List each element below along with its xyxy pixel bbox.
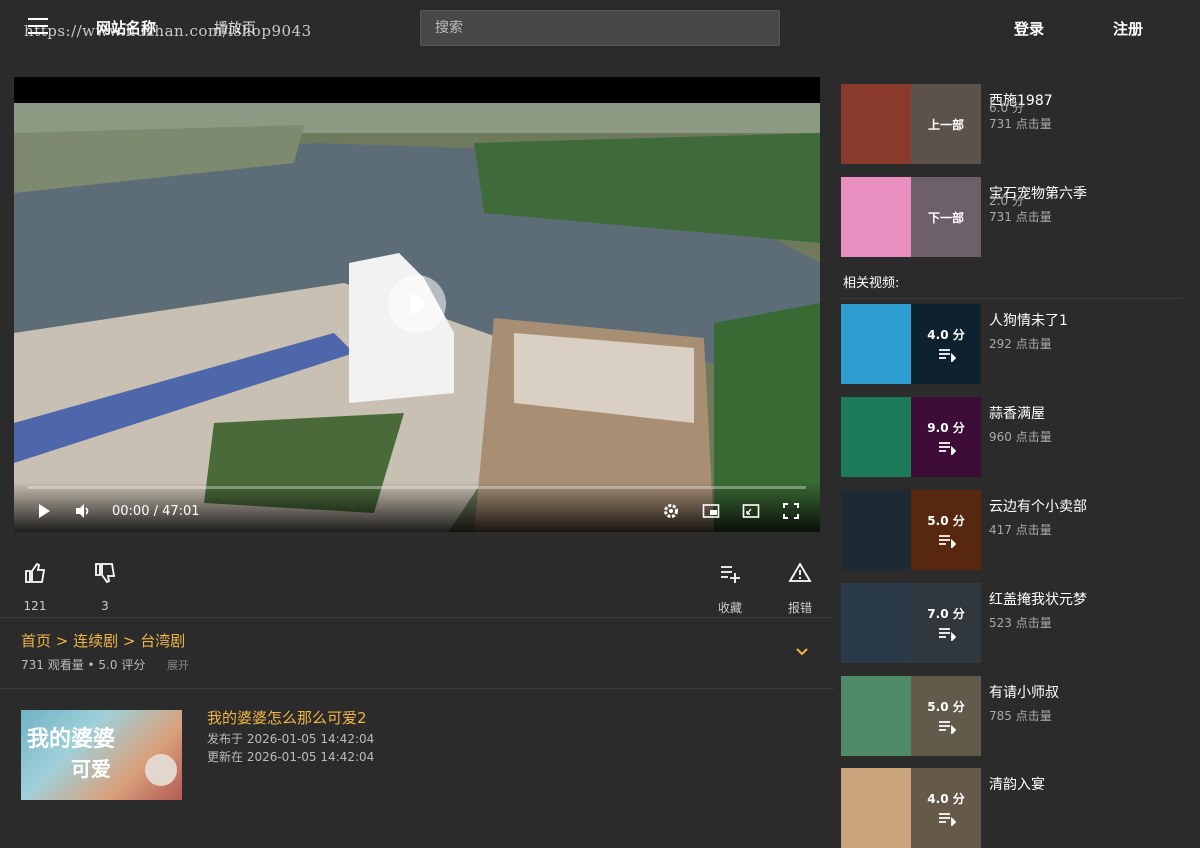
like-button[interactable]: 121: [22, 561, 48, 613]
prev-item[interactable]: 上一部 西施1987 6.0 分 731 点击量: [841, 84, 1181, 164]
episode-updated: 更新在 2026-01-05 14:42:04: [207, 750, 375, 764]
prev-views: 731 点击量: [989, 117, 1052, 131]
episode-published: 发布于 2026-01-05 14:42:04: [207, 732, 375, 746]
play-overlay-button[interactable]: [388, 275, 446, 333]
next-label: 下一部: [927, 211, 964, 225]
like-count: 121: [23, 599, 47, 613]
report-button[interactable]: 报错: [784, 561, 816, 616]
episode-thumbnail[interactable]: 我的婆婆 可爱: [21, 710, 182, 800]
related-heading: 相关视频:: [843, 276, 900, 291]
time-display: 00:00 / 47:01: [112, 504, 200, 519]
related-views: 523 点击量: [989, 616, 1052, 630]
related-thumbnail: 7.0 分: [841, 583, 981, 663]
related-thumbnail: 4.0 分: [841, 768, 981, 848]
related-title[interactable]: 有请小师叔: [989, 682, 1059, 702]
search-input[interactable]: 搜索: [420, 10, 780, 46]
related-views: 960 点击量: [989, 430, 1052, 444]
watermark-text: https://www.huzhan.com/ishop9043: [24, 22, 312, 40]
related-views: 785 点击量: [989, 709, 1052, 723]
related-title[interactable]: 清韵入宴: [989, 774, 1045, 794]
fullscreen-icon[interactable]: [782, 502, 800, 520]
divider: [841, 298, 1181, 299]
divider: [0, 617, 834, 618]
related-score: 7.0 分: [927, 607, 965, 621]
video-actions: 121 3 收藏 报错: [0, 555, 834, 617]
top-bar: 网站名称 播放页 https://www.huzhan.com/ishop904…: [0, 0, 1200, 56]
chevron-down-icon[interactable]: [795, 645, 809, 659]
related-title[interactable]: 红盖掩我状元梦: [989, 589, 1087, 609]
related-score: 4.0 分: [927, 328, 965, 342]
related-item[interactable]: 5.0 分 云边有个小卖部 417 点击量: [841, 490, 1181, 570]
thumbs-up-icon: [25, 562, 46, 583]
related-title[interactable]: 蒜香满屋: [989, 403, 1045, 423]
next-views: 731 点击量: [989, 210, 1052, 224]
related-score: 5.0 分: [927, 700, 965, 714]
related-score: 5.0 分: [927, 514, 965, 528]
breadcrumb[interactable]: 首页 > 连续剧 > 台湾剧: [21, 630, 185, 651]
expand-link[interactable]: 展开: [167, 657, 189, 673]
related-views: 417 点击量: [989, 523, 1052, 537]
related-item[interactable]: 4.0 分 人狗情未了1 292 点击量: [841, 304, 1181, 384]
prev-score-text: 6.0 分: [989, 101, 1024, 115]
dislike-button[interactable]: 3: [92, 561, 118, 613]
related-score: 9.0 分: [927, 421, 965, 435]
related-thumbnail: 9.0 分: [841, 397, 981, 477]
episode-title[interactable]: 我的婆婆怎么那么可爱2: [207, 707, 367, 728]
related-thumbnail: 4.0 分: [841, 304, 981, 384]
video-meta: 731 观看量 • 5.0 评分: [21, 658, 146, 672]
prev-thumbnail: 上一部: [841, 84, 981, 164]
playlist-icon[interactable]: [938, 720, 956, 734]
progress-bar[interactable]: [28, 486, 806, 489]
svg-text:我的婆婆: 我的婆婆: [27, 726, 115, 752]
related-thumbnail: 5.0 分: [841, 490, 981, 570]
collect-label: 收藏: [717, 601, 742, 615]
video-player[interactable]: 00:00 / 47:01: [14, 77, 820, 532]
related-item[interactable]: 5.0 分 有请小师叔 785 点击量: [841, 676, 1181, 756]
playlist-icon[interactable]: [938, 627, 956, 641]
prev-label: 上一部: [927, 118, 964, 132]
related-item[interactable]: 7.0 分 红盖掩我状元梦 523 点击量: [841, 583, 1181, 663]
dislike-count: 3: [101, 599, 109, 613]
login-button[interactable]: 登录: [1014, 18, 1044, 39]
theater-icon[interactable]: [742, 502, 760, 520]
player-controls: 00:00 / 47:01: [14, 482, 820, 532]
collect-button[interactable]: 收藏: [714, 561, 746, 616]
volume-icon[interactable]: [74, 502, 92, 520]
report-label: 报错: [787, 601, 812, 615]
playlist-icon[interactable]: [938, 441, 956, 455]
next-score-text: 2.0 分: [989, 194, 1024, 208]
related-views: 292 点击量: [989, 337, 1052, 351]
related-title[interactable]: 人狗情未了1: [989, 310, 1068, 330]
next-thumbnail: 下一部: [841, 177, 981, 257]
warning-icon: [788, 562, 812, 582]
thumbs-down-icon: [95, 563, 116, 584]
related-score: 4.0 分: [927, 792, 965, 806]
playlist-add-icon: [721, 566, 740, 583]
playlist-icon[interactable]: [938, 534, 956, 548]
miniplayer-icon[interactable]: [702, 502, 720, 520]
play-icon[interactable]: [35, 502, 53, 520]
svg-text:可爱: 可爱: [71, 757, 111, 781]
related-title[interactable]: 云边有个小卖部: [989, 496, 1087, 516]
playlist-icon[interactable]: [938, 812, 956, 826]
settings-icon[interactable]: [662, 502, 680, 520]
playlist-icon[interactable]: [938, 348, 956, 362]
register-button[interactable]: 注册: [1113, 18, 1143, 39]
related-thumbnail: 5.0 分: [841, 676, 981, 756]
episode-poster: 我的婆婆 可爱: [27, 726, 177, 786]
divider: [0, 688, 834, 689]
next-item[interactable]: 下一部 宝石宠物第六季 2.0 分 731 点击量: [841, 177, 1181, 257]
related-item[interactable]: 4.0 分 清韵入宴: [841, 768, 1181, 848]
related-item[interactable]: 9.0 分 蒜香满屋 960 点击量: [841, 397, 1181, 477]
